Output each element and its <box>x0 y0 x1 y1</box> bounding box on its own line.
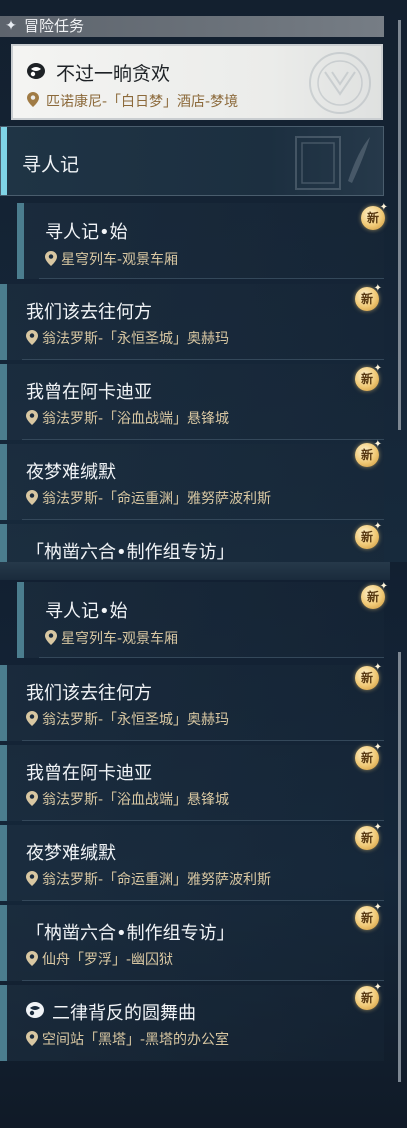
location-pin-icon <box>26 951 38 966</box>
location-pin-icon <box>45 630 57 645</box>
quest-row[interactable]: 二律背反的圆舞曲 空间站「黑塔」-黑塔的办公室 <box>0 985 384 1061</box>
quest-row[interactable]: 我们该去往何方 翁法罗斯-「永恒圣城」奥赫玛 <box>0 284 384 360</box>
quest-row[interactable]: 「枘凿六合•制作组专访」 仙舟「罗浮」-幽囚狱 <box>0 905 384 981</box>
new-badge: 新 ✦ <box>352 440 382 468</box>
quest-location: 仙舟「罗浮」-幽囚狱 <box>42 952 174 968</box>
new-badge: 新 ✦ <box>352 364 382 392</box>
new-badge: 新 ✦ <box>358 203 388 231</box>
new-badge: 新 ✦ <box>352 823 382 851</box>
quest-location: 翁法罗斯-「命运重渊」雅努萨波利斯 <box>42 491 272 507</box>
quest-location: 翁法罗斯-「命运重渊」雅努萨波利斯 <box>42 872 272 888</box>
active-quest-card[interactable]: 不过一晌贪欢 匹诺康尼-「白日梦」酒店-梦境 <box>11 44 383 120</box>
quest-row-bar <box>0 524 7 562</box>
quest-location: 翁法罗斯-「永恒圣城」奥赫玛 <box>42 331 230 347</box>
quest-row-bar <box>17 203 24 279</box>
quest-row-bar <box>17 582 24 658</box>
quest-row-bar <box>0 364 7 440</box>
diamond-sparkle-icon: ✦ <box>5 18 17 34</box>
quest-title: 我们该去往何方 <box>26 683 152 704</box>
quest-location: 星穹列车-观景车厢 <box>61 631 179 647</box>
quest-title: 夜梦难缄默 <box>26 462 116 483</box>
location-pin-icon <box>26 330 38 345</box>
new-badge: 新 ✦ <box>352 983 382 1011</box>
quest-title: 我们该去往何方 <box>26 302 152 323</box>
quest-title: 二律背反的圆舞曲 <box>52 1003 196 1024</box>
quest-title: 我曾在阿卡迪亚 <box>26 763 152 784</box>
quest-row[interactable]: 我曾在阿卡迪亚 翁法罗斯-「浴血战端」悬锋城 <box>0 745 384 821</box>
location-pin-icon <box>26 711 38 726</box>
mission-icon <box>27 63 45 79</box>
quest-row[interactable]: 我曾在阿卡迪亚 翁法罗斯-「浴血战端」悬锋城 <box>0 364 384 440</box>
new-badge: 新 ✦ <box>352 743 382 771</box>
location-pin-icon <box>26 1031 38 1046</box>
quest-row-bar <box>0 745 7 821</box>
quest-title: 夜梦难缄默 <box>26 843 116 864</box>
quest-title: 寻人记•始 <box>45 222 128 243</box>
quest-row[interactable]: 夜梦难缄默 翁法罗斯-「命运重渊」雅努萨波利斯 <box>0 825 384 901</box>
scrollbar-thumb[interactable] <box>398 20 401 430</box>
quest-row-bar <box>0 284 7 360</box>
quest-row-bar <box>0 825 7 901</box>
quest-location: 翁法罗斯-「浴血战端」悬锋城 <box>42 792 230 808</box>
chapter-header[interactable]: 寻人记 <box>0 126 384 196</box>
location-pin-icon <box>26 871 38 886</box>
new-badge: 新 ✦ <box>352 663 382 691</box>
quest-title: 寻人记•始 <box>45 601 128 622</box>
section-title: 冒险任务 <box>24 17 85 35</box>
new-badge: 新 ✦ <box>352 522 382 550</box>
location-pin-icon <box>26 490 38 505</box>
new-badge: 新 ✦ <box>352 284 382 312</box>
chapter-title: 寻人记 <box>22 154 80 176</box>
scrollbar-thumb[interactable] <box>398 652 401 1082</box>
quest-row[interactable]: 夜梦难缄默 翁法罗斯-「命运重渊」雅努萨波利斯 <box>0 444 384 520</box>
quest-title: 我曾在阿卡迪亚 <box>26 382 152 403</box>
quest-title: 「枘凿六合•制作组专访」 <box>26 923 235 944</box>
quest-row[interactable]: 「枘凿六合•制作组专访」 <box>0 524 384 562</box>
location-pin-icon <box>26 410 38 425</box>
quest-row[interactable]: 寻人记•始 星穹列车-观景车厢 <box>17 582 384 658</box>
location-pin-icon <box>26 791 38 806</box>
quest-row[interactable]: 我们该去往何方 翁法罗斯-「永恒圣城」奥赫玛 <box>0 665 384 741</box>
quest-row[interactable]: 寻人记•始 星穹列车-观景车厢 <box>17 203 384 279</box>
quest-location: 星穹列车-观景车厢 <box>61 252 179 268</box>
section-header: ✦ 冒险任务 <box>0 16 384 37</box>
quest-row-bar <box>0 665 7 741</box>
quest-row-bar <box>0 985 7 1061</box>
active-quest-title: 不过一晌贪欢 <box>56 63 171 85</box>
location-pin-icon <box>27 92 39 107</box>
new-badge: 新 ✦ <box>352 903 382 931</box>
quest-row-bar <box>0 444 7 520</box>
chapter-accent-bar <box>1 127 7 195</box>
emblem-icon <box>309 52 371 114</box>
location-pin-icon <box>45 251 57 266</box>
book-emblem-icon <box>295 136 370 190</box>
mission-icon <box>26 1002 44 1018</box>
quest-list-panel-bottom: 寻人记•始 星穹列车-观景车厢 新 ✦ 我们该去往何方 翁法罗斯-「永恒圣城」奥赫… <box>0 562 407 1128</box>
quest-location: 空间站「黑塔」-黑塔的办公室 <box>42 1032 230 1048</box>
quest-location: 翁法罗斯-「浴血战端」悬锋城 <box>42 411 230 427</box>
quest-list-panel-top: ✦ 冒险任务 不过一晌贪欢 匹诺康尼-「白日梦」酒店-梦境 寻人记 寻人记•始 … <box>0 0 407 562</box>
new-badge: 新 ✦ <box>358 582 388 610</box>
active-quest-location: 匹诺康尼-「白日梦」酒店-梦境 <box>46 94 239 110</box>
quest-title: 「枘凿六合•制作组专访」 <box>26 542 235 562</box>
quest-row-bar <box>0 905 7 981</box>
quest-location: 翁法罗斯-「永恒圣城」奥赫玛 <box>42 712 230 728</box>
